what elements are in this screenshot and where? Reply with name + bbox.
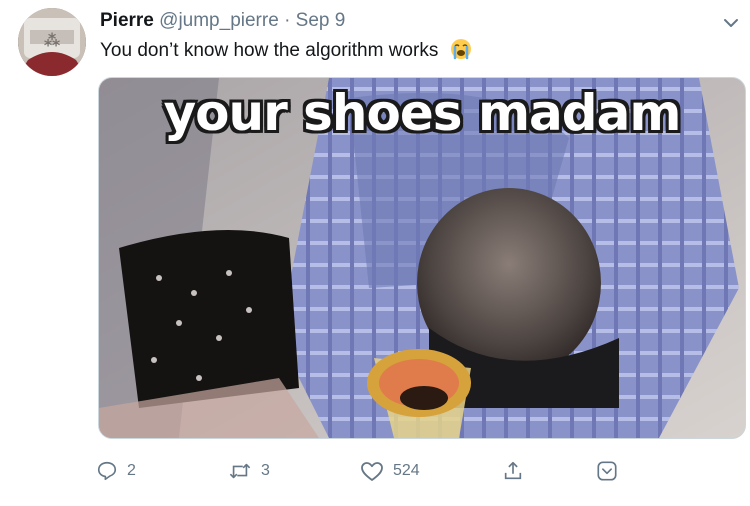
reply-icon xyxy=(97,461,117,481)
tweet-header: Pierre @jump_pierre · Sep 9 xyxy=(100,10,345,32)
like-button[interactable]: 524 xyxy=(360,455,420,487)
retweet-button[interactable]: 3 xyxy=(228,455,270,487)
meme-caption: your shoes madam xyxy=(163,84,682,142)
share-button[interactable] xyxy=(502,455,524,487)
tweet-date[interactable]: Sep 9 xyxy=(296,10,346,31)
avatar[interactable]: ⁂ xyxy=(18,8,86,76)
tweet[interactable]: ⁂ Pierre @jump_pierre · Sep 9 You don’t … xyxy=(0,0,750,506)
tweet-actions: 2 3 524 xyxy=(0,455,750,491)
reply-button[interactable]: 2 xyxy=(96,455,136,487)
author-handle[interactable]: @jump_pierre xyxy=(159,10,279,31)
like-icon xyxy=(361,462,383,481)
tweet-media[interactable]: your shoes madam xyxy=(98,77,746,439)
caret-down-icon[interactable] xyxy=(722,14,740,32)
author-name[interactable]: Pierre xyxy=(100,10,154,31)
retweet-count: 3 xyxy=(261,462,270,479)
share-icon xyxy=(504,461,522,480)
svg-text:⁂: ⁂ xyxy=(44,31,61,50)
bookmark-button[interactable] xyxy=(596,455,618,487)
retweet-icon xyxy=(229,463,251,479)
avatar-image: ⁂ xyxy=(18,8,86,76)
like-count: 524 xyxy=(393,462,420,479)
header-separator: · xyxy=(284,10,291,31)
bookmark-icon xyxy=(597,461,617,481)
reply-count: 2 xyxy=(127,462,136,479)
loudly-crying-face-icon xyxy=(450,39,471,60)
tweet-text: You don’t know how the algorithm works xyxy=(100,40,439,61)
tweet-text-line: You don’t know how the algorithm works xyxy=(100,38,472,63)
